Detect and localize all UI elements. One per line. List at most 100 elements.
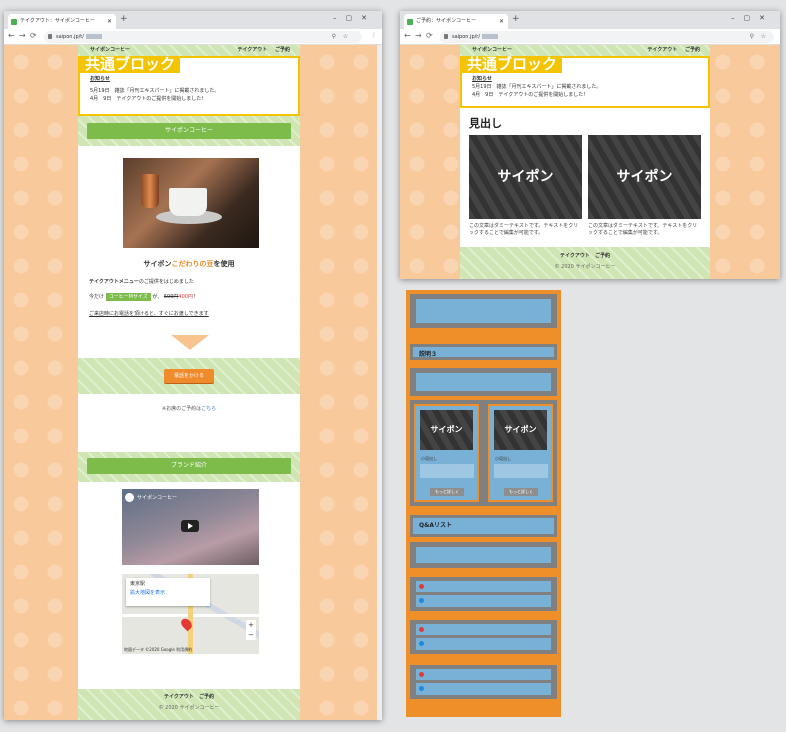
wire-card-button[interactable]: もっと詳しく <box>430 488 464 496</box>
wire-explain-heading: 説明３ <box>410 344 557 360</box>
bookmark-star-icon[interactable]: ☆ <box>343 31 348 43</box>
page-viewport: サイポンコーヒー テイクアウト ご予約 共通ブロック お知らせ 5月19日 雑誌… <box>400 45 780 279</box>
zoom-controls[interactable]: + − <box>246 620 256 640</box>
bookmark-star-icon[interactable]: ☆ <box>761 31 766 43</box>
wire-card-button[interactable]: もっと詳しく <box>504 488 538 496</box>
nav-takeout[interactable]: テイクアウト <box>647 47 677 53</box>
lock-icon <box>48 34 52 39</box>
address-bar: ← → ⟳ saipon.jp/t/ ⚲ ☆ ⋮ <box>4 29 382 45</box>
nav-reserve[interactable]: ご予約 <box>275 47 290 53</box>
price-badge: コーヒーMサイズ <box>105 293 151 301</box>
wire-answer <box>416 638 551 650</box>
map-info-card: 東京駅 拡大地図を表示 <box>126 578 210 606</box>
reload-icon[interactable]: ⟳ <box>426 31 433 40</box>
section-title-bar: サイポンコーヒー <box>87 123 291 139</box>
wire-qa-item <box>410 665 557 699</box>
window-controls[interactable]: –▢✕ <box>731 14 774 22</box>
browser-tab[interactable]: テイクアウト：サイポンコーヒー ✕ <box>8 14 116 29</box>
wire-section <box>410 294 557 328</box>
headline-suffix: を使用 <box>213 260 235 268</box>
news-item[interactable]: 4月 9日 テイクアウトのご提供を開始しました！ <box>90 95 219 103</box>
google-map[interactable]: 東京駅 拡大地図を表示 + − 地図データ ©2020 Google 利用規約 <box>122 574 259 654</box>
call-button[interactable]: 電話をかける <box>164 369 214 383</box>
news-item[interactable]: 4月 9日 テイクアウトのご提供を開始しました！ <box>472 91 601 99</box>
footer-nav: テイクアウト ご予約 <box>460 251 710 261</box>
close-tab-icon[interactable]: ✕ <box>499 14 504 29</box>
news-list: お知らせ 5月19日 雑誌「月刊エキスパート」に掲載されました。 4月 9日 テ… <box>90 75 219 103</box>
question-icon <box>419 672 424 677</box>
favicon-icon <box>11 19 17 25</box>
headline-text: サイポン <box>143 260 172 268</box>
menu-icon[interactable]: ⋮ <box>371 32 377 39</box>
wire-text-block <box>416 547 551 563</box>
tile-caption: この文章はダミーテキストです。テキストをクリックすることで編集が可能です。 <box>469 223 579 236</box>
news-list: お知らせ 5月19日 雑誌「月刊エキスパート」に掲載されました。 4月 9日 テ… <box>472 75 601 99</box>
intro-rest: のご提供をはじめました <box>138 279 194 285</box>
map-pin-icon[interactable] <box>179 616 194 632</box>
map-attribution: 地図データ ©2020 Google 利用規約 <box>124 647 193 652</box>
forward-icon[interactable]: → <box>415 31 422 40</box>
browser-window-takeout: テイクアウト：サイポンコーヒー ✕ + –▢✕ ← → ⟳ saipon.jp/… <box>4 11 382 720</box>
wire-answer <box>416 683 551 695</box>
phone-note[interactable]: ご来店時にお電話を頂けると、すぐにお渡しできます <box>89 310 209 317</box>
wire-text-block <box>416 373 551 391</box>
tab-title: ご予約：サイポンコーヒー <box>416 18 477 24</box>
price-end: ！ <box>192 294 198 300</box>
site-footer: テイクアウト ご予約 © 2020 サイポンコーヒー <box>78 689 300 720</box>
play-button-icon[interactable] <box>181 520 199 532</box>
back-icon[interactable]: ← <box>8 31 15 40</box>
zoom-icon[interactable]: ⚲ <box>332 31 336 43</box>
new-tab-icon[interactable]: + <box>512 14 520 24</box>
nav-takeout[interactable]: テイクアウト <box>237 47 267 53</box>
footer-nav-takeout[interactable]: テイクアウト <box>164 694 194 700</box>
wire-card: サイポン 小見出し もっと詳しく <box>414 404 479 502</box>
news-title: お知らせ <box>472 76 492 82</box>
url-field[interactable]: saipon.jp/t/ ⚲ ☆ <box>44 31 362 43</box>
coffee-photo <box>123 158 259 248</box>
wire-text-block <box>416 299 551 323</box>
question-icon <box>419 584 424 589</box>
image-tile: サイポン <box>588 135 701 219</box>
scrollbar[interactable] <box>377 45 382 720</box>
wire-card-image: サイポン <box>494 410 547 450</box>
redacted-url-part <box>85 34 102 39</box>
footer-nav-takeout[interactable]: テイクアウト <box>560 253 590 259</box>
forward-icon[interactable]: → <box>19 31 26 40</box>
common-block: 共通ブロック お知らせ 5月19日 雑誌「月刊エキスパート」に掲載されました。 … <box>460 56 710 108</box>
common-block-label: 共通ブロック <box>462 56 563 73</box>
wire-qa-heading: Q&Aリスト <box>410 515 557 537</box>
redacted-url-part <box>482 34 499 39</box>
question-icon <box>419 627 424 632</box>
tab-strip: テイクアウト：サイポンコーヒー ✕ + –▢✕ <box>4 11 382 29</box>
map-enlarge-link[interactable]: 拡大地図を表示 <box>130 589 206 598</box>
close-tab-icon[interactable]: ✕ <box>107 14 112 29</box>
window-controls[interactable]: –▢✕ <box>333 14 376 22</box>
site-nav: テイクアウト ご予約 <box>647 45 700 56</box>
tile-caption: この文章はダミーテキストです。テキストをクリックすることで編集が可能です。 <box>588 223 698 236</box>
answer-icon <box>419 686 424 691</box>
page-content: サイポンコーヒー テイクアウト ご予約 共通ブロック お知らせ 5月19日 雑誌… <box>460 45 710 279</box>
price-old: 500円 <box>163 294 179 300</box>
nav-reserve[interactable]: ご予約 <box>685 47 700 53</box>
wire-qa-item <box>410 620 557 654</box>
coffee-cup <box>169 188 207 216</box>
section-heading: 見出し <box>469 117 502 130</box>
back-icon[interactable]: ← <box>404 31 411 40</box>
browser-tab[interactable]: ご予約：サイポンコーヒー ✕ <box>404 14 508 29</box>
new-tab-icon[interactable]: + <box>120 14 128 24</box>
url-field[interactable]: saipon.jp/r/ ⚲ ☆ <box>440 31 774 43</box>
wire-question <box>416 624 551 635</box>
footer-nav-reserve[interactable]: ご予約 <box>595 253 610 259</box>
news-item[interactable]: 5月19日 雑誌「月刊エキスパート」に掲載されました。 <box>90 87 219 95</box>
zoom-icon[interactable]: ⚲ <box>750 31 754 43</box>
footer-nav-reserve[interactable]: ご予約 <box>199 694 214 700</box>
address-bar: ← → ⟳ saipon.jp/r/ ⚲ ☆ <box>400 29 780 45</box>
news-item[interactable]: 5月19日 雑誌「月刊エキスパート」に掲載されました。 <box>472 83 601 91</box>
intro-line: テイクアウトメニューのご提供をはじめました <box>89 278 194 285</box>
video-player[interactable]: サイポンコーヒー <box>122 489 259 565</box>
common-block: 共通ブロック お知らせ 5月19日 雑誌「月刊エキスパート」に掲載されました。 … <box>78 56 300 116</box>
brand-title-bar: ブランド紹介 <box>87 458 291 474</box>
reload-icon[interactable]: ⟳ <box>30 31 37 40</box>
headline-emphasis: こだわりの豆 <box>171 260 214 268</box>
reserve-link[interactable]: こちら <box>201 406 216 412</box>
